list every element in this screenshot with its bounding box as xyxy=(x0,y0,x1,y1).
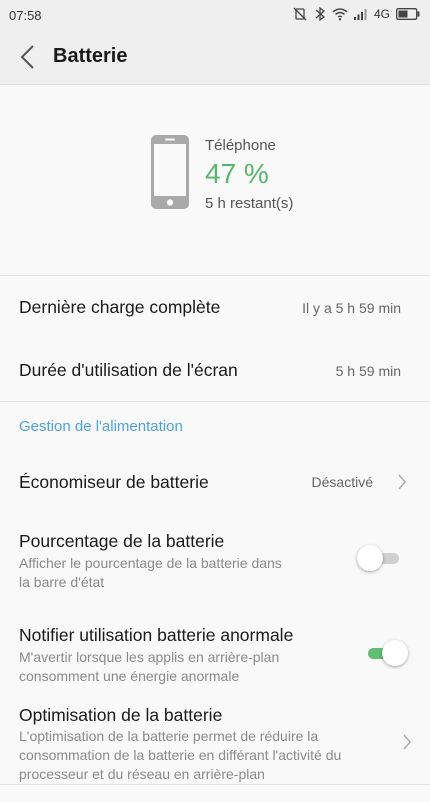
chevron-right-icon xyxy=(398,474,406,490)
battery-icon xyxy=(396,8,420,20)
last-full-charge-row: Dernière charge complète Il y a 5 h 59 m… xyxy=(0,277,430,339)
section-title-power: Gestion de l'alimentation xyxy=(19,418,183,435)
toggle-knob xyxy=(382,640,408,666)
screen-time-label: Durée d'utilisation de l'écran xyxy=(19,360,238,380)
battery-percentage-row: Pourcentage de la batterie Afficher le p… xyxy=(0,520,430,600)
battery-saver-row[interactable]: Économiseur de batterie Désactivé xyxy=(0,455,430,507)
last-full-charge-label: Dernière charge complète xyxy=(19,297,221,317)
abnormal-usage-desc-2: consomment une énergie anormale xyxy=(19,668,240,684)
battery-optimization-row[interactable]: Optimisation de la batterie L'optimisati… xyxy=(0,694,430,784)
battery-percentage-toggle[interactable] xyxy=(357,544,401,572)
chevron-right-icon xyxy=(403,734,411,750)
screen-time-value: 5 h 59 min xyxy=(335,363,401,379)
wifi-icon xyxy=(332,8,348,21)
battery-percentage-desc-2: la barre d'état xyxy=(19,574,105,590)
divider xyxy=(0,401,430,402)
status-bar: 07:58 4G xyxy=(0,0,430,30)
last-full-charge-value: Il y a 5 h 59 min xyxy=(302,300,401,316)
abnormal-usage-desc-1: M'avertir lorsque les applis en arrière-… xyxy=(19,649,280,665)
battery-percentage-desc-1: Afficher le pourcentage de la batterie d… xyxy=(19,555,282,571)
abnormal-usage-toggle[interactable] xyxy=(362,639,408,667)
battery-percentage-label: Pourcentage de la batterie xyxy=(19,531,225,551)
status-icons: 4G xyxy=(292,6,420,22)
page-title: Batterie xyxy=(53,45,128,67)
abnormal-usage-label: Notifier utilisation batterie anormale xyxy=(19,625,294,645)
vibrate-off-icon xyxy=(293,7,307,21)
bluetooth-icon xyxy=(315,6,326,22)
back-arrow-icon[interactable] xyxy=(16,44,42,70)
battery-remaining: 5 h restant(s) xyxy=(205,195,294,212)
battery-saver-label: Économiseur de batterie xyxy=(19,472,209,492)
signal-icon xyxy=(353,9,367,20)
battery-percent: 47 % xyxy=(205,158,269,189)
screen-time-row: Durée d'utilisation de l'écran 5 h 59 mi… xyxy=(0,339,430,401)
battery-summary: Téléphone 47 % 5 h restant(s) xyxy=(0,85,430,276)
battery-optimization-desc-3: processeur et du réseau en arrière-plan xyxy=(19,766,265,782)
battery-optimization-label: Optimisation de la batterie xyxy=(19,705,223,725)
battery-optimization-desc-1: L'optimisation de la batterie permet de … xyxy=(19,728,319,744)
toggle-knob xyxy=(357,545,383,571)
abnormal-usage-row: Notifier utilisation batterie anormale M… xyxy=(0,614,430,694)
app-bar: Batterie xyxy=(0,30,430,85)
divider xyxy=(0,784,430,785)
status-time: 07:58 xyxy=(9,8,42,23)
device-name: Téléphone xyxy=(205,137,276,154)
phone-icon xyxy=(151,135,189,209)
battery-optimization-desc-2: consommation de la batterie en différant… xyxy=(19,747,342,763)
network-type: 4G xyxy=(373,7,390,21)
battery-saver-value: Désactivé xyxy=(311,474,373,490)
